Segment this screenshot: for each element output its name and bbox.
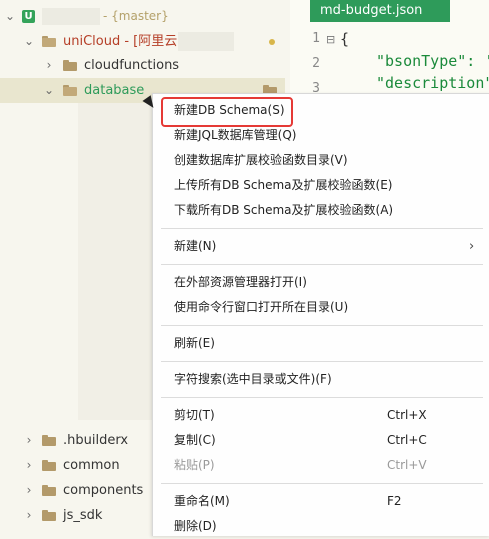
tree-row-hbuilderx[interactable]: › .hbuilderx (0, 428, 152, 453)
modified-dot-icon (269, 39, 275, 45)
menu-item-rename[interactable]: 重命名(M) F2 (153, 489, 489, 514)
menu-item-label: 创建数据库扩展校验函数目录(V) (174, 153, 348, 167)
redacted-project-name (42, 8, 100, 25)
code-line: { (340, 30, 350, 48)
folder-open-icon (42, 36, 56, 47)
tree-item-label: components (63, 483, 144, 498)
menu-item-label: 使用命令行窗口打开所在目录(U) (174, 300, 349, 314)
redacted-cloud-name (178, 32, 234, 51)
tree-item-label: common (63, 458, 120, 473)
tree-row-common[interactable]: › common (0, 453, 152, 478)
tab-md-budget[interactable]: md-budget.json (310, 0, 450, 22)
shortcut-label: Ctrl+V (387, 458, 427, 472)
tree-item-label: js_sdk (63, 508, 103, 523)
menu-item-label: 新建(N) (174, 239, 217, 253)
menu-item-paste[interactable]: 粘贴(P) Ctrl+V (153, 453, 489, 478)
tree-row-js-sdk[interactable]: › js_sdk (0, 503, 152, 528)
folder-icon (42, 485, 56, 496)
chevron-right-icon[interactable]: › (23, 453, 35, 478)
context-menu: 新建DB Schema(S) 新建JQL数据库管理(Q) 创建数据库扩展校验函数… (152, 93, 489, 536)
menu-item-label: 上传所有DB Schema及扩展校验函数(E) (174, 178, 393, 192)
menu-item-download-schema[interactable]: 下载所有DB Schema及扩展校验函数(A) (153, 198, 489, 223)
menu-item-label: 新建JQL数据库管理(Q) (174, 128, 297, 142)
folder-icon (42, 435, 56, 446)
menu-item-label: 在外部资源管理器打开(I) (174, 275, 307, 289)
menu-item-copy[interactable]: 复制(C) Ctrl+C (153, 428, 489, 453)
menu-item-refresh[interactable]: 刷新(E) (153, 331, 489, 356)
tree-row-project[interactable]: ⌄ U - {master} (0, 4, 290, 29)
tree-item-label: .hbuilderx (63, 433, 129, 448)
menu-separator (161, 397, 483, 398)
tree-row-cloudfunctions[interactable]: › cloudfunctions (0, 53, 290, 78)
chevron-down-icon[interactable]: ⌄ (43, 78, 55, 103)
menu-item-label: 字符搜索(选中目录或文件)(F) (174, 372, 332, 386)
menu-item-new[interactable]: 新建(N) › (153, 234, 489, 259)
menu-item-new-db-schema[interactable]: 新建DB Schema(S) (153, 98, 489, 123)
menu-item-label: 粘贴(P) (174, 458, 215, 472)
chevron-right-icon[interactable]: › (43, 53, 55, 78)
menu-item-label: 重命名(M) (174, 494, 230, 508)
chevron-down-icon[interactable]: ⌄ (4, 4, 16, 29)
menu-item-label: 删除(D) (174, 519, 217, 533)
menu-item-label: 剪切(T) (174, 408, 215, 422)
menu-item-upload-schema[interactable]: 上传所有DB Schema及扩展校验函数(E) (153, 173, 489, 198)
line-number: 2 (312, 56, 320, 71)
shortcut-label: F2 (387, 494, 402, 508)
chevron-right-icon[interactable]: › (23, 503, 35, 528)
fold-icon[interactable]: ⊟ (326, 33, 335, 46)
menu-item-open-explorer[interactable]: 在外部资源管理器打开(I) (153, 270, 489, 295)
obscured-tree-area (78, 103, 152, 420)
tree-row-unicloud[interactable]: ⌄ uniCloud - [阿里云 (0, 29, 290, 54)
branch-label: - {master} (103, 9, 169, 23)
project-icon: U (22, 10, 35, 23)
menu-item-cut[interactable]: 剪切(T) Ctrl+X (153, 403, 489, 428)
line-number: 1 (312, 31, 320, 46)
shortcut-label: Ctrl+X (387, 408, 427, 422)
menu-item-open-terminal[interactable]: 使用命令行窗口打开所在目录(U) (153, 295, 489, 320)
chevron-right-icon[interactable]: › (23, 478, 35, 503)
menu-separator (161, 325, 483, 326)
menu-item-label: 刷新(E) (174, 336, 215, 350)
menu-item-label: 新建DB Schema(S) (174, 103, 285, 117)
menu-separator (161, 483, 483, 484)
menu-separator (161, 361, 483, 362)
chevron-right-icon[interactable]: › (23, 428, 35, 453)
code-line: "bsonType": ' (376, 52, 489, 70)
folder-icon (63, 60, 77, 71)
menu-item-create-validate-dir[interactable]: 创建数据库扩展校验函数目录(V) (153, 148, 489, 173)
menu-item-new-jql[interactable]: 新建JQL数据库管理(Q) (153, 123, 489, 148)
code-line: "description" (376, 74, 489, 92)
chevron-down-icon[interactable]: ⌄ (23, 29, 35, 54)
submenu-arrow-icon: › (469, 239, 475, 254)
menu-item-search[interactable]: 字符搜索(选中目录或文件)(F) (153, 367, 489, 392)
menu-item-label: 下载所有DB Schema及扩展校验函数(A) (174, 203, 394, 217)
tree-row-components[interactable]: › components (0, 478, 152, 503)
menu-item-delete[interactable]: 删除(D) (153, 514, 489, 539)
unicloud-label: uniCloud - [阿里云 (63, 34, 178, 49)
folder-icon (42, 460, 56, 471)
folder-icon (42, 510, 56, 521)
menu-separator (161, 264, 483, 265)
menu-separator (161, 228, 483, 229)
shortcut-label: Ctrl+C (387, 433, 427, 447)
menu-item-label: 复制(C) (174, 433, 216, 447)
tree-item-label: cloudfunctions (84, 58, 180, 73)
folder-open-icon (63, 85, 77, 96)
tree-item-label: database (84, 83, 145, 98)
